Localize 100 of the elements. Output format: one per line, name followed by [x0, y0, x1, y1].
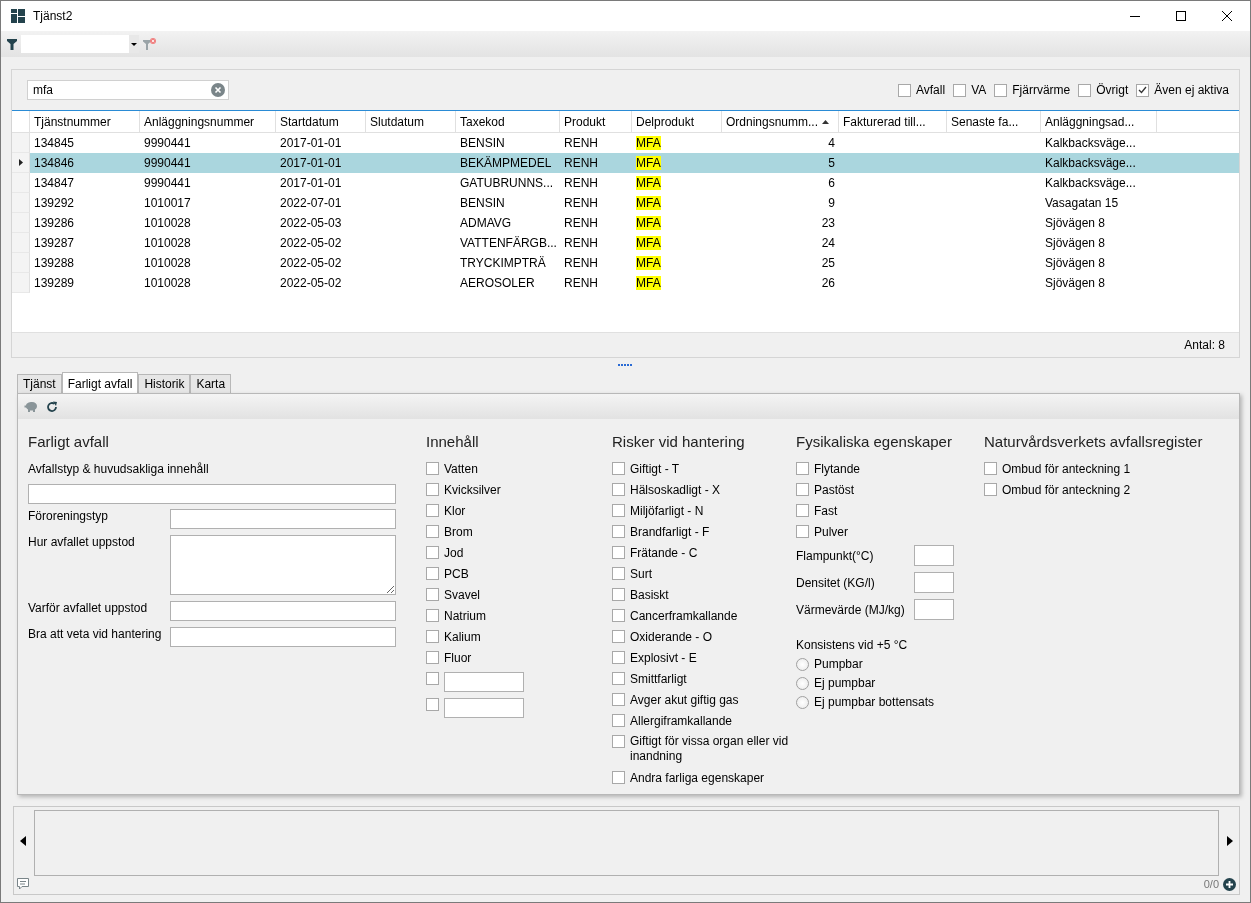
checkbox[interactable] [612, 735, 625, 748]
column-header[interactable]: Slutdatum [366, 111, 456, 132]
input-field[interactable] [914, 545, 954, 566]
checkbox[interactable] [426, 567, 439, 580]
table-cell: 134845 [34, 136, 75, 150]
checkbox[interactable] [612, 483, 625, 496]
checkbox[interactable] [1078, 83, 1092, 97]
checkbox[interactable] [426, 546, 439, 559]
maximize-icon[interactable] [1176, 11, 1186, 21]
input-field[interactable] [170, 601, 396, 621]
column-header[interactable]: Senaste fa... [947, 111, 1041, 132]
search-field[interactable]: mfa [27, 80, 229, 100]
column-header[interactable]: Fakturerad till... [839, 111, 947, 132]
checkbox-label: Pastöst [814, 483, 855, 497]
radio-button[interactable] [796, 676, 809, 690]
previous-arrow-icon[interactable] [20, 835, 26, 846]
column-header[interactable]: Taxekod [456, 111, 560, 132]
table-row[interactable]: 139289 1010028 2022-05-02 AEROSOLER RENH MFA 26 Sjövägen 8 [12, 273, 1239, 293]
next-arrow-icon[interactable] [1227, 835, 1233, 846]
input-field[interactable] [28, 484, 396, 504]
table-row[interactable]: 139287 1010028 2022-05-02 VATTENFÄRGB... RENH MFA 24 Sjövägen 8 [12, 233, 1239, 253]
field-label: Föroreningstyp [28, 509, 110, 525]
input-field[interactable] [170, 509, 396, 529]
radio-button[interactable] [796, 657, 809, 671]
add-icon[interactable] [1223, 877, 1236, 891]
checkbox[interactable] [612, 504, 625, 517]
table-row[interactable]: 139286 1010028 2022-05-03 ADMAVG RENH MFA 23 Sjövägen 8 [12, 213, 1239, 233]
checkbox[interactable] [612, 771, 625, 784]
checkbox[interactable] [796, 483, 809, 496]
table-row[interactable]: 139288 1010028 2022-05-02 TRYCKIMPTRÄ RENH MFA 25 Sjövägen 8 [12, 253, 1239, 273]
table-cell: RENH [564, 216, 598, 230]
checkbox[interactable] [426, 504, 439, 517]
table-cell: 2022-07-01 [280, 196, 342, 210]
checkbox[interactable] [426, 651, 439, 664]
tab[interactable]: Historik [138, 374, 191, 393]
checkbox[interactable] [426, 630, 439, 643]
column-header[interactable]: Delprodukt [632, 111, 722, 132]
input-field[interactable] [444, 672, 524, 692]
input-field[interactable] [170, 627, 396, 647]
checkbox[interactable] [612, 693, 625, 706]
checkbox[interactable] [426, 698, 439, 711]
checkbox[interactable] [426, 525, 439, 538]
checkbox[interactable] [612, 588, 625, 601]
checkbox[interactable] [612, 546, 625, 559]
checkbox[interactable] [426, 483, 439, 496]
comment-icon[interactable] [17, 878, 31, 890]
section-heading: Fysikaliska egenskaper [796, 433, 953, 450]
splitter-handle[interactable] [618, 364, 633, 366]
close-icon[interactable] [1222, 11, 1232, 21]
checkbox[interactable] [1136, 83, 1150, 97]
checkbox[interactable] [612, 567, 625, 580]
checkbox[interactable] [612, 462, 625, 475]
input-field[interactable] [914, 572, 954, 593]
row-header[interactable] [12, 153, 30, 173]
checkbox-label: Giftigt - T [630, 462, 680, 476]
input-field[interactable] [444, 698, 524, 718]
checkbox[interactable] [426, 672, 439, 685]
radio-button[interactable] [796, 695, 809, 709]
table-cell: 2022-05-02 [280, 236, 342, 250]
column-header[interactable]: Anläggningsad... [1041, 111, 1157, 132]
table-row[interactable]: 134846 9990441 2017-01-01 BEKÄMPMEDEL RENH MFA 5 Kalkbacksväge... [12, 153, 1239, 173]
checkbox[interactable] [612, 672, 625, 685]
table-row[interactable]: 139292 1010017 2022-07-01 BENSIN RENH MFA 9 Vasagatan 15 [12, 193, 1239, 213]
checkbox[interactable] [612, 525, 625, 538]
clear-icon[interactable] [211, 83, 225, 97]
table-cell: 25 [821, 256, 835, 270]
checkbox[interactable] [612, 630, 625, 643]
checkbox[interactable] [426, 462, 439, 475]
text-area[interactable] [170, 535, 396, 595]
checkbox[interactable] [426, 609, 439, 622]
table-cell: MFA [636, 156, 661, 170]
filter-icon[interactable] [7, 38, 17, 50]
tab[interactable]: Farligt avfall [61, 372, 139, 393]
checkbox[interactable] [612, 609, 625, 622]
column-header[interactable]: Ordningsnumm... [722, 111, 839, 132]
column-header[interactable]: Tjänstnummer [30, 111, 140, 132]
table-row[interactable]: 134847 9990441 2017-01-01 GATUBRUNNS... RENH MFA 6 Kalkbacksväge... [12, 173, 1239, 193]
piggy-bank-icon[interactable] [24, 401, 38, 412]
checkbox[interactable] [796, 462, 809, 475]
checkbox-label: Natrium [444, 609, 486, 623]
clear-filter-icon[interactable] [143, 37, 157, 51]
checkbox-label: Fjärrvärme [1012, 83, 1071, 97]
checkbox[interactable] [898, 83, 911, 97]
column-header[interactable]: Produkt [560, 111, 632, 132]
checkbox[interactable] [984, 483, 997, 496]
checkbox[interactable] [796, 525, 809, 538]
checkbox[interactable] [953, 83, 967, 97]
checkbox[interactable] [612, 714, 625, 727]
column-header[interactable]: Anläggningsnummer [140, 111, 276, 132]
refresh-icon[interactable] [46, 400, 58, 413]
input-field[interactable] [914, 599, 954, 620]
checkbox[interactable] [994, 83, 1008, 97]
checkbox[interactable] [984, 462, 997, 475]
checkbox[interactable] [612, 651, 625, 664]
checkbox[interactable] [426, 588, 439, 601]
tab[interactable]: Tjänst [17, 374, 62, 393]
checkbox[interactable] [796, 504, 809, 517]
column-header[interactable]: Startdatum [276, 111, 366, 132]
table-cell: Sjövägen 8 [1045, 236, 1106, 250]
tab[interactable]: Karta [190, 374, 232, 393]
